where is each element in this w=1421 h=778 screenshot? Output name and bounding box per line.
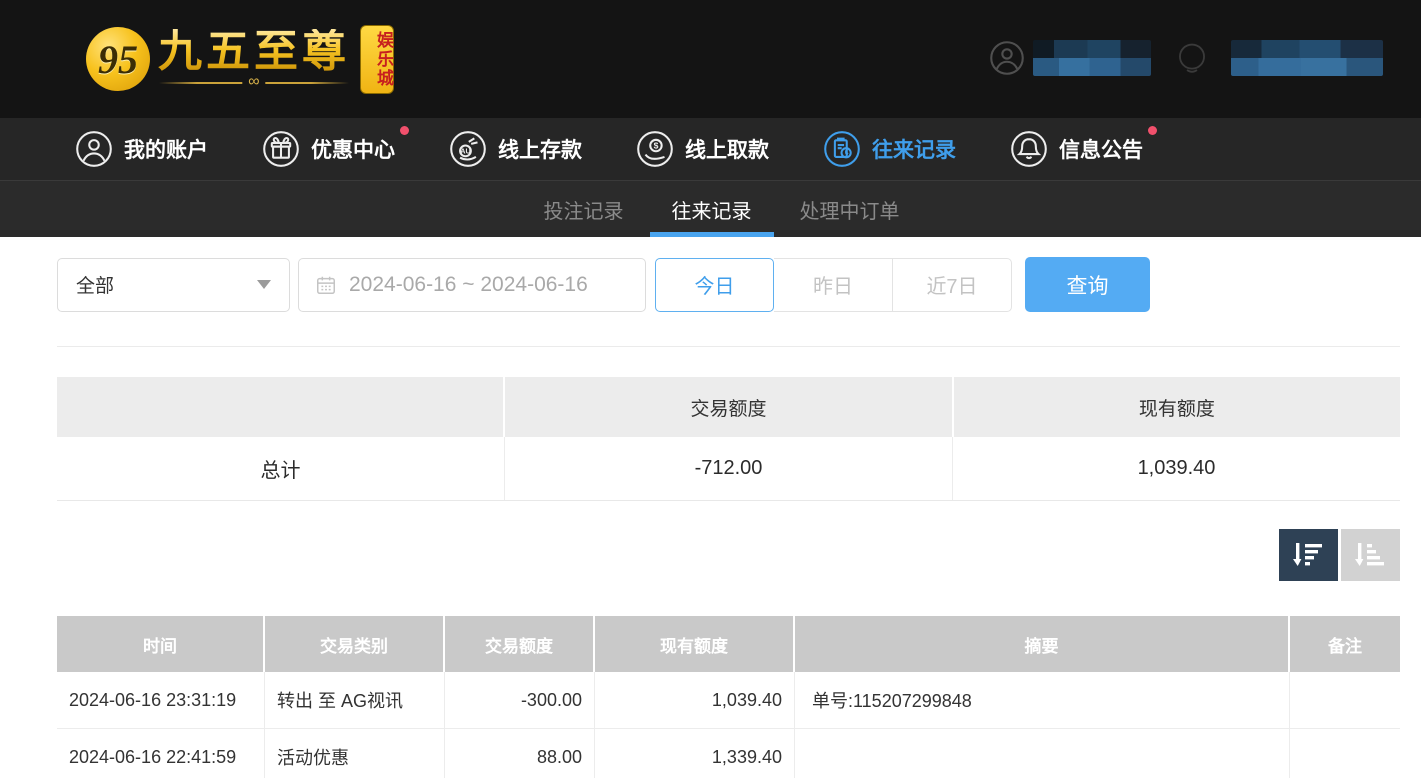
nav-label: 信息公告 <box>1059 134 1143 164</box>
balance-icon <box>1161 40 1223 76</box>
records-icon <box>823 130 861 168</box>
nav-item-transaction-records[interactable]: 往来记录 <box>823 130 956 168</box>
main-content: 全部 2024-06-16 ~ 2024-06-16 今日 昨日 近7日 查询 <box>0 237 1421 778</box>
censored-balance <box>1231 40 1383 76</box>
cell-time: 2024-06-16 22:41:59 <box>57 729 265 778</box>
nav-label: 我的账户 <box>124 134 208 164</box>
select-value: 全部 <box>76 271 114 298</box>
logo-name: 九五至尊 <box>158 29 350 75</box>
cell-summary <box>795 729 1290 778</box>
summary-table: 交易额度 现有额度 总计 -712.00 1,039.40 <box>57 377 1400 501</box>
chevron-down-icon <box>257 280 271 289</box>
quick-range-label: 昨日 <box>813 270 853 299</box>
sort-ascending-button[interactable] <box>1341 529 1400 581</box>
site-logo[interactable]: 95 九五至尊 ∞ 娱乐城 <box>86 25 394 94</box>
header-summary: 摘要 <box>795 616 1290 672</box>
user-icon <box>75 130 113 168</box>
nav-label: 往来记录 <box>872 134 956 164</box>
nav-item-announcements[interactable]: 信息公告 <box>1010 130 1143 168</box>
nav-item-deposit[interactable]: AU 线上存款 <box>449 130 582 168</box>
bell-icon <box>1010 130 1048 168</box>
summary-balance-value: 1,039.40 <box>953 437 1400 500</box>
nav-label: 线上取款 <box>685 134 769 164</box>
primary-nav: 我的账户 优惠中心 AU 线上存款 $ 线上取款 <box>0 118 1421 180</box>
logo-badge: 娱乐城 <box>360 25 394 94</box>
censored-username <box>1033 40 1151 76</box>
cell-type: 活动优惠 <box>265 729 445 778</box>
tab-pending-orders[interactable]: 处理中订单 <box>778 181 922 237</box>
calendar-icon <box>315 274 337 296</box>
logo-monogram-icon: 95 <box>86 27 150 91</box>
cell-balance: 1,339.40 <box>595 729 795 778</box>
notification-dot <box>400 126 409 135</box>
filter-bar: 全部 2024-06-16 ~ 2024-06-16 今日 昨日 近7日 查询 <box>57 257 1400 312</box>
summary-total-label: 总计 <box>57 437 505 500</box>
quick-range-group: 今日 昨日 近7日 <box>655 258 1012 312</box>
summary-total-row: 总计 -712.00 1,039.40 <box>57 437 1400 501</box>
summary-header-empty <box>57 377 505 437</box>
date-range-value: 2024-06-16 ~ 2024-06-16 <box>349 273 588 297</box>
records-header-row: 时间 交易类别 交易额度 现有额度 摘要 备注 <box>57 616 1400 672</box>
summary-header-row: 交易额度 现有额度 <box>57 377 1400 437</box>
brand-header: 95 九五至尊 ∞ 娱乐城 <box>0 0 1421 118</box>
nav-label: 线上存款 <box>498 134 582 164</box>
date-range-input[interactable]: 2024-06-16 ~ 2024-06-16 <box>298 258 646 312</box>
transaction-type-select[interactable]: 全部 <box>57 258 290 312</box>
table-row: 2024-06-16 22:41:59 活动优惠 88.00 1,339.40 <box>57 729 1400 778</box>
summary-header-trade-amount: 交易额度 <box>505 377 953 437</box>
nav-item-my-account[interactable]: 我的账户 <box>75 130 208 168</box>
cell-amount: -300.00 <box>445 672 595 728</box>
summary-trade-amount-value: -712.00 <box>505 437 953 500</box>
quick-range-today[interactable]: 今日 <box>655 258 774 312</box>
tab-label: 往来记录 <box>672 195 752 224</box>
tab-label: 投注记录 <box>544 195 624 224</box>
search-button[interactable]: 查询 <box>1025 257 1150 312</box>
tab-transaction-records[interactable]: 往来记录 <box>650 181 774 237</box>
table-row: 2024-06-16 23:31:19 转出 至 AG视讯 -300.00 1,… <box>57 672 1400 729</box>
user-circle-icon <box>989 40 1025 76</box>
section-divider <box>57 346 1400 347</box>
tab-betting-records[interactable]: 投注记录 <box>522 181 646 237</box>
user-account-area <box>989 40 1383 76</box>
notification-dot <box>1148 126 1157 135</box>
logo-flourish-icon: ∞ <box>159 77 349 89</box>
cell-note <box>1290 729 1400 778</box>
summary-header-balance: 现有额度 <box>954 377 1400 437</box>
quick-range-label: 近7日 <box>926 270 977 299</box>
sort-descending-icon <box>1292 539 1326 571</box>
svg-text:$: $ <box>654 141 659 151</box>
quick-range-label: 今日 <box>695 270 735 299</box>
header-time: 时间 <box>57 616 265 672</box>
cell-type: 转出 至 AG视讯 <box>265 672 445 728</box>
records-table: 时间 交易类别 交易额度 现有额度 摘要 备注 2024-06-16 23:31… <box>57 616 1400 778</box>
nav-item-promotions[interactable]: 优惠中心 <box>262 130 395 168</box>
gift-icon <box>262 130 300 168</box>
tab-label: 处理中订单 <box>800 195 900 224</box>
quick-range-last7days[interactable]: 近7日 <box>893 258 1012 312</box>
header-amount: 交易额度 <box>445 616 595 672</box>
nav-label: 优惠中心 <box>311 134 395 164</box>
nav-item-withdraw[interactable]: $ 线上取款 <box>636 130 769 168</box>
withdraw-icon: $ <box>636 130 674 168</box>
cell-time: 2024-06-16 23:31:19 <box>57 672 265 728</box>
deposit-icon: AU <box>449 130 487 168</box>
sort-controls <box>57 529 1400 581</box>
cell-summary: 单号:115207299848 <box>795 672 1290 728</box>
sort-ascending-icon <box>1354 539 1388 571</box>
svg-text:AU: AU <box>460 147 471 156</box>
quick-range-yesterday[interactable]: 昨日 <box>774 258 893 312</box>
record-tabs: 投注记录 往来记录 处理中订单 <box>0 180 1421 237</box>
sort-descending-button[interactable] <box>1279 529 1338 581</box>
header-note: 备注 <box>1290 616 1400 672</box>
header-balance: 现有额度 <box>595 616 795 672</box>
cell-balance: 1,039.40 <box>595 672 795 728</box>
header-type: 交易类别 <box>265 616 445 672</box>
cell-amount: 88.00 <box>445 729 595 778</box>
cell-note <box>1290 672 1400 728</box>
